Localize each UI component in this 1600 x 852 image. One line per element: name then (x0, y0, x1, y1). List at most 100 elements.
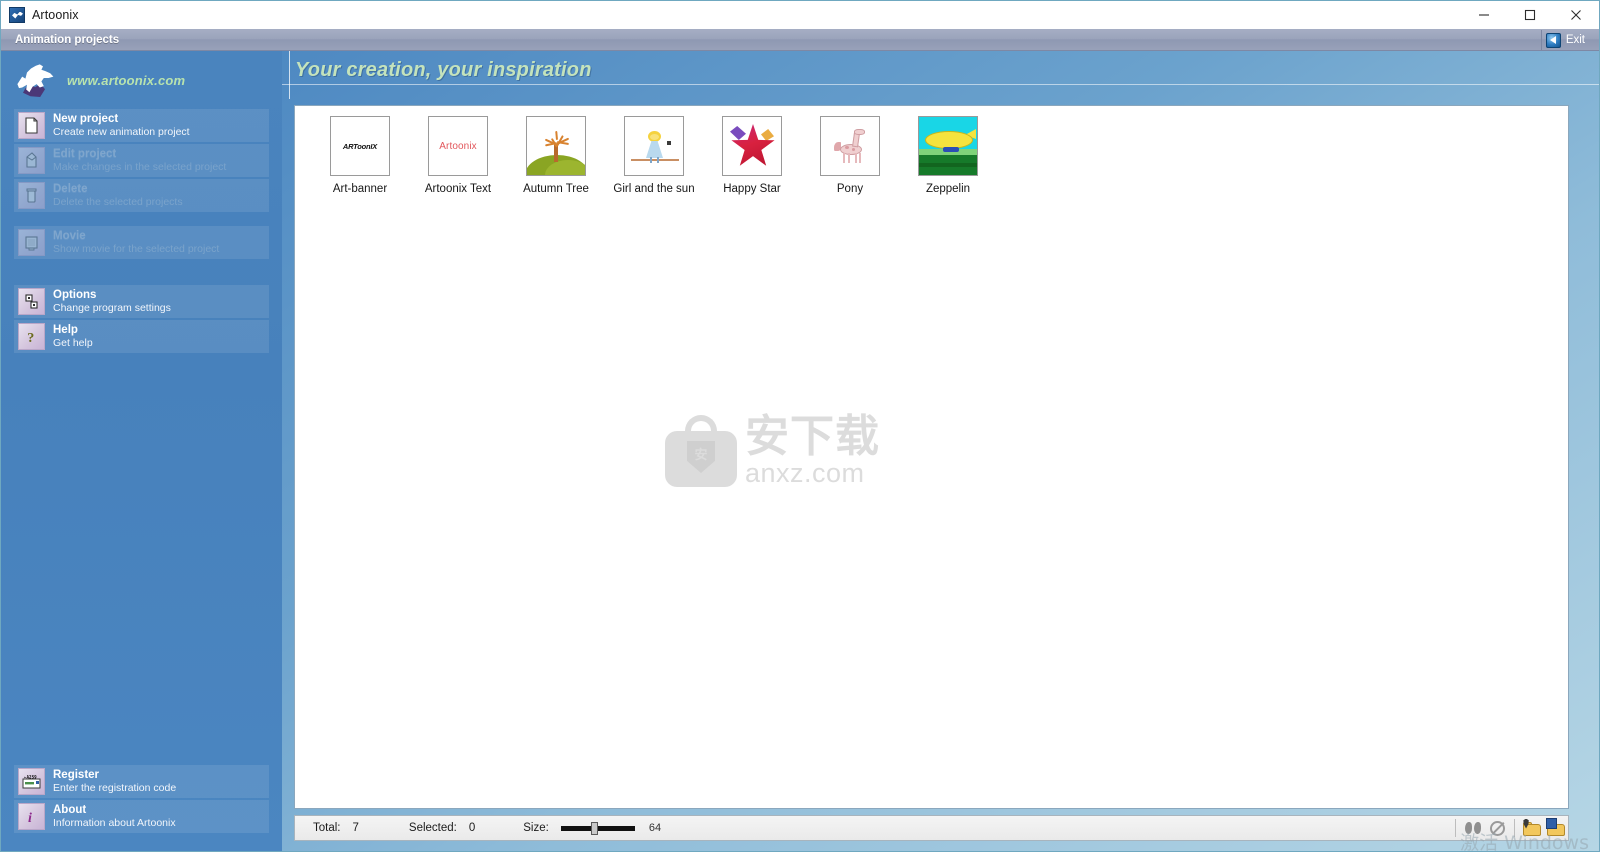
sidebar-item-title: Edit project (53, 148, 117, 161)
application-window: Artoonix Animation projects Exit www.art… (0, 0, 1600, 852)
slider-thumb[interactable] (590, 822, 598, 835)
watermark-text: 安下载 anxz.com (745, 410, 885, 487)
sidebar-item-title: Movie (53, 230, 86, 243)
maximize-button[interactable] (1507, 1, 1553, 29)
open-folder-icon[interactable] (1522, 818, 1542, 838)
site-watermark: 安 安下载 anxz.com (665, 411, 885, 491)
artoonix-logo-icon (9, 6, 25, 23)
info-about-icon: i (18, 803, 45, 830)
watermark-bag-icon: 安 (665, 415, 737, 487)
window-title: Artoonix (32, 7, 79, 22)
sidebar-item-register[interactable]: ▸A2S9 Register Enter the registration co… (14, 765, 269, 798)
minimize-button[interactable] (1461, 1, 1507, 29)
watermark-cn-text: 安下载 (745, 410, 880, 462)
list-item[interactable]: Girl and the sun (605, 116, 703, 195)
question-mark-icon: ? (18, 323, 45, 350)
thumbnail-text: ARToonIX (342, 141, 378, 151)
project-list-view[interactable]: 安 安下载 anxz.com ARToonIX Art-banner Artoo… (294, 105, 1569, 809)
divider (1514, 819, 1515, 837)
list-item-label: Art-banner (332, 183, 388, 195)
selected-label: Selected: (408, 822, 457, 834)
banner: Your creation, your inspiration (282, 51, 1599, 99)
close-button[interactable] (1553, 1, 1599, 29)
selected-count: Selected: 0 (409, 822, 475, 834)
list-item[interactable]: Artoonix Artoonix Text (409, 116, 507, 195)
sidebar-item-edit-project[interactable]: Edit project Make changes in the selecte… (14, 144, 269, 177)
sidebar-item-subtitle: Create new animation project (53, 125, 190, 138)
banner-horizontal-rule (282, 84, 1599, 85)
sidebar: www.artoonix.com New project Create new … (1, 51, 282, 851)
sidebar-bottom-group: ▸A2S9 Register Enter the registration co… (1, 765, 282, 835)
pegasus-logo-icon (15, 63, 55, 97)
svg-text:▸A2S9: ▸A2S9 (24, 775, 37, 780)
no-entry-icon[interactable] (1487, 818, 1507, 838)
list-item-label: Happy Star (723, 183, 781, 195)
status-bar: Total: 7 Selected: 0 Size: 64 (294, 815, 1569, 841)
total-value: 7 (352, 822, 359, 834)
slider-track (560, 826, 635, 831)
page-title: Your creation, your inspiration (295, 59, 592, 81)
brand-block: www.artoonix.com (1, 51, 282, 109)
svg-text:?: ? (27, 331, 34, 345)
total-count: Total: 7 (313, 822, 359, 834)
list-item[interactable]: ARToonIX Art-banner (311, 116, 409, 195)
sidebar-primary-group: New project Create new animation project… (1, 109, 282, 353)
sidebar-item-new-project[interactable]: New project Create new animation project (14, 109, 269, 142)
sidebar-item-about[interactable]: i About Information about Artoonix (14, 800, 269, 833)
window-controls (1461, 1, 1599, 29)
banner-vertical-rule (289, 51, 290, 99)
artoonix-text-thumbnail[interactable]: Artoonix (428, 116, 488, 176)
thumbnail-size-slider[interactable] (560, 822, 635, 835)
list-item[interactable]: Autumn Tree (507, 116, 605, 195)
sidebar-item-title: New project (53, 113, 119, 126)
sidebar-item-subtitle: Delete the selected projects (53, 195, 183, 208)
watermark-shield-char: 安 (687, 441, 715, 473)
open-folder-blue-icon[interactable] (1546, 817, 1566, 838)
exit-button-label: Exit (1565, 34, 1585, 46)
list-item-label: Artoonix Text (424, 183, 492, 195)
gear-options-icon (18, 288, 45, 315)
sidebar-item-delete[interactable]: Delete Delete the selected projects (14, 179, 269, 212)
pony-thumbnail[interactable] (820, 116, 880, 176)
sidebar-item-help[interactable]: ? Help Get help (14, 320, 269, 353)
girl-and-sun-thumbnail[interactable] (624, 116, 684, 176)
exit-button[interactable]: Exit (1540, 30, 1591, 50)
website-link[interactable]: www.artoonix.com (67, 73, 185, 88)
list-item-label: Pony (836, 183, 864, 195)
list-item[interactable]: Pony (801, 116, 899, 195)
new-document-icon (18, 112, 45, 139)
registration-code-icon: ▸A2S9 (18, 768, 45, 795)
autumn-tree-thumbnail[interactable] (526, 116, 586, 176)
menu-bar: Animation projects Exit (1, 29, 1599, 51)
section-title: Animation projects (15, 33, 120, 46)
sidebar-item-movie[interactable]: Movie Show movie for the selected projec… (14, 226, 269, 259)
list-item[interactable]: Happy Star (703, 116, 801, 195)
status-bar-tools (1450, 816, 1568, 840)
title-bar: Artoonix (1, 1, 1599, 29)
sidebar-item-subtitle: Information about Artoonix (53, 816, 176, 829)
project-items: ARToonIX Art-banner Artoonix Artoonix Te… (311, 116, 997, 195)
size-value: 64 (648, 822, 662, 834)
sidebar-item-title: About (53, 804, 87, 817)
sidebar-item-subtitle: Get help (53, 336, 93, 349)
list-item[interactable]: Zeppelin (899, 116, 997, 195)
list-item-label: Girl and the sun (613, 183, 695, 195)
size-label: Size: (523, 822, 549, 834)
sidebar-item-title: Delete (53, 183, 88, 196)
sidebar-item-title: Register (53, 769, 100, 782)
butterfly-icon[interactable] (1463, 818, 1483, 838)
sidebar-item-options[interactable]: Options Change program settings (14, 285, 269, 318)
selected-value: 0 (468, 822, 476, 834)
zeppelin-thumbnail[interactable] (918, 116, 978, 176)
happy-star-thumbnail[interactable] (722, 116, 782, 176)
main-panel: Your creation, your inspiration 安 安下载 an… (282, 51, 1599, 851)
divider (1455, 819, 1456, 837)
art-banner-thumbnail[interactable]: ARToonIX (330, 116, 390, 176)
sidebar-item-subtitle: Show movie for the selected project (53, 242, 220, 255)
pencil-edit-icon (18, 147, 45, 174)
sidebar-item-title: Options (53, 289, 97, 302)
list-item-label: Autumn Tree (523, 183, 589, 195)
